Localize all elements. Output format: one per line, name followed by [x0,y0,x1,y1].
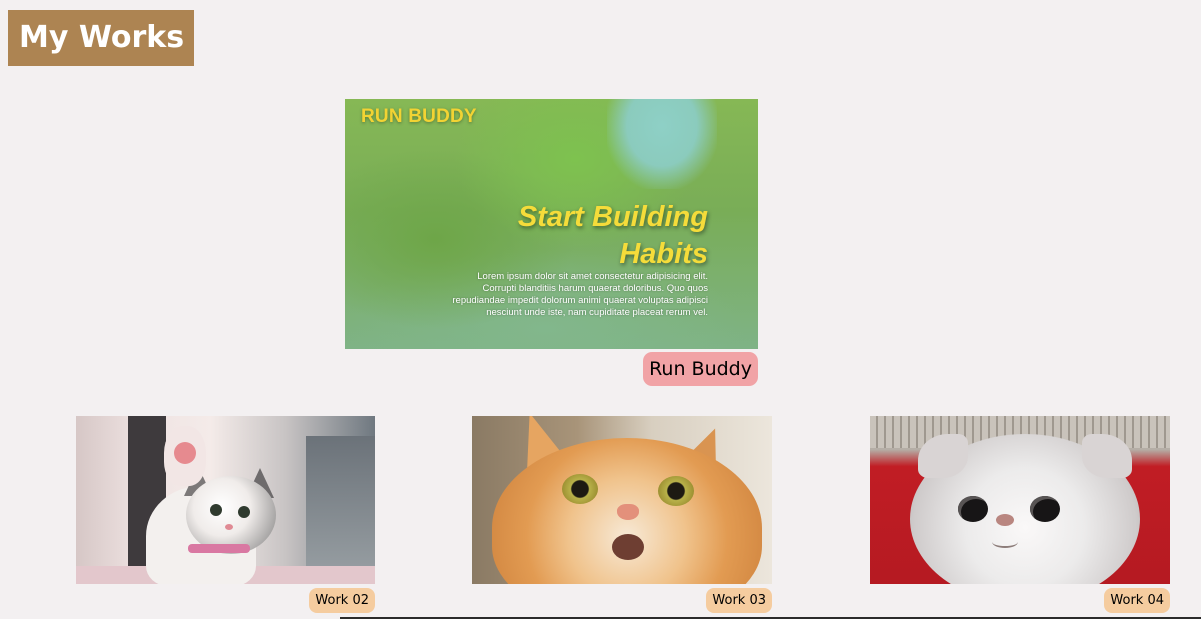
image-body-text: Lorem ipsum dolor sit amet consectetur a… [452,271,708,318]
work-02-image[interactable] [76,416,375,584]
work-03-label[interactable]: Work 03 [706,588,772,613]
my-works-section: My Works RUN BUDDY Start Building Habits… [0,0,1201,619]
work-04-label[interactable]: Work 04 [1104,588,1170,613]
image-sky [607,99,717,189]
work-04-image[interactable] [870,416,1170,584]
section-title: My Works [8,10,194,66]
image-brand-text: RUN BUDDY [361,106,477,127]
image-headline-line1: Start Building [517,201,708,233]
work-02-label[interactable]: Work 02 [309,588,375,613]
featured-work-label[interactable]: Run Buddy [643,352,758,386]
image-headline-line2: Habits [619,238,708,270]
featured-work-image[interactable]: RUN BUDDY Start Building Habits Lorem ip… [345,99,758,349]
image-headline: Start Building Habits [448,199,708,273]
work-03-image[interactable] [472,416,772,584]
